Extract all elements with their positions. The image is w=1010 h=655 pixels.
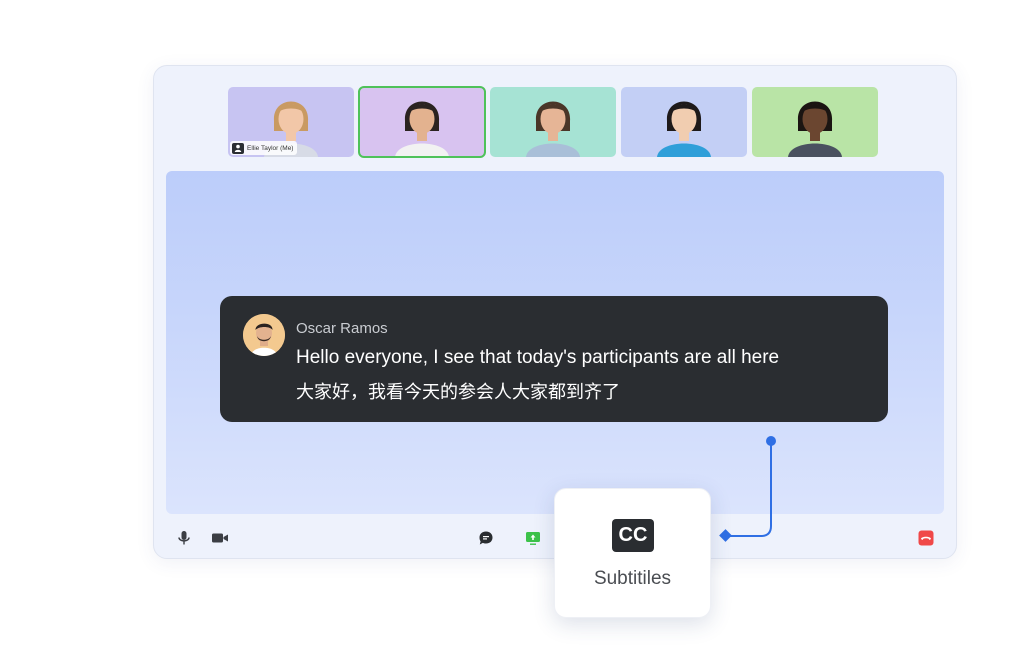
meeting-window: Ellie Taylor (Me) Oscar Ramos Hello ever… xyxy=(153,65,957,559)
participant-portrait xyxy=(359,87,485,157)
subtitle-caption: Oscar Ramos Hello everyone, I see that t… xyxy=(220,296,888,422)
participant-tile-2[interactable] xyxy=(358,86,486,158)
participant-tile-5[interactable] xyxy=(752,87,878,157)
microphone-icon[interactable] xyxy=(174,528,194,548)
main-stage: Oscar Ramos Hello everyone, I see that t… xyxy=(166,171,944,514)
participant-tile-3[interactable] xyxy=(490,87,616,157)
participant-portrait xyxy=(752,87,878,157)
caption-english: Hello everyone, I see that today's parti… xyxy=(296,347,780,368)
person-icon xyxy=(232,142,244,154)
name-tag: Ellie Taylor (Me) xyxy=(230,141,298,155)
name-tag-label: Ellie Taylor (Me) xyxy=(247,144,294,152)
participant-tile-4[interactable] xyxy=(621,87,747,157)
subtitles-label: Subtitiles xyxy=(593,568,672,589)
subtitles-popup[interactable]: CC Subtitiles xyxy=(554,488,711,618)
participant-portrait xyxy=(490,87,616,157)
participant-tile-1[interactable]: Ellie Taylor (Me) xyxy=(228,87,354,157)
video-camera-icon[interactable] xyxy=(210,528,230,548)
participant-portrait xyxy=(621,87,747,157)
speaker-avatar xyxy=(243,314,285,356)
end-call-icon[interactable] xyxy=(916,528,936,548)
caption-chinese: 大家好，我看今天的参会人大家都到齐了 xyxy=(296,382,620,402)
chat-bubble-icon[interactable] xyxy=(476,528,496,548)
speaker-name: Oscar Ramos xyxy=(296,320,388,337)
screen-share-icon[interactable] xyxy=(523,528,543,548)
closed-captions-icon: CC xyxy=(612,519,654,552)
